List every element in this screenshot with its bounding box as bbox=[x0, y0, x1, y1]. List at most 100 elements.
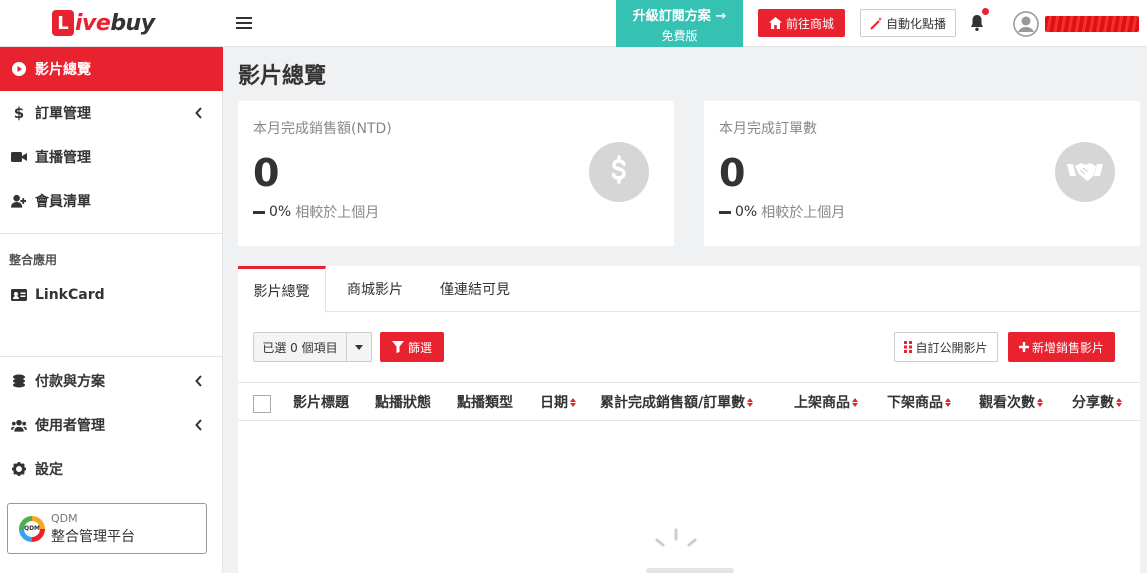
add-sales-video-button[interactable]: 新增銷售影片 bbox=[1008, 332, 1115, 362]
sort-icon bbox=[945, 397, 951, 407]
column-label: 分享數 bbox=[1072, 395, 1114, 411]
sidebar-item-label: 付款與方案 bbox=[35, 374, 105, 390]
dash-icon bbox=[719, 210, 731, 214]
sort-icon bbox=[1116, 397, 1122, 407]
column-delisted-products[interactable]: 下架商品 bbox=[887, 383, 951, 421]
grip-icon bbox=[904, 341, 913, 353]
sort-icon bbox=[570, 397, 576, 407]
sort-icon bbox=[747, 397, 754, 407]
qdm-title: QDM bbox=[51, 511, 78, 525]
column-views[interactable]: 觀看次數 bbox=[979, 383, 1043, 421]
sidebar-item-linkcard[interactable]: LinkCard bbox=[0, 273, 223, 317]
qdm-logo-icon: QDM bbox=[19, 515, 45, 542]
upgrade-plan-label: 升級訂閱方案 bbox=[632, 9, 711, 24]
column-listed-products[interactable]: 上架商品 bbox=[794, 383, 858, 421]
tab-video-overview[interactable]: 影片總覽 bbox=[238, 266, 326, 313]
stat-compare: 0% 相較於上個月 bbox=[253, 202, 379, 222]
stat-label: 本月完成訂單數 bbox=[719, 121, 817, 137]
logo-text-buy: buy bbox=[110, 10, 155, 36]
column-video-title[interactable]: 影片標題 bbox=[293, 383, 349, 421]
sidebar-item-label: 直播管理 bbox=[35, 150, 91, 166]
bell-icon[interactable] bbox=[968, 14, 986, 32]
loading-bar bbox=[646, 568, 734, 573]
select-all-checkbox[interactable] bbox=[253, 395, 271, 413]
stat-compare-label: 相較於上個月 bbox=[295, 205, 380, 221]
tab-link-only[interactable]: 僅連結可見 bbox=[430, 266, 520, 312]
stat-label: 本月完成銷售額(NTD) bbox=[253, 121, 392, 137]
column-broadcast-status[interactable]: 點播狀態 bbox=[375, 383, 431, 421]
upgrade-plan-button[interactable]: 升級訂閱方案 → 免費版 bbox=[616, 0, 743, 47]
chevron-left-icon bbox=[195, 419, 202, 431]
sidebar-item-orders[interactable]: $ 訂單管理 bbox=[0, 91, 223, 135]
chevron-left-icon bbox=[195, 375, 202, 387]
chevron-left-icon bbox=[195, 107, 202, 119]
avatar[interactable] bbox=[1013, 11, 1039, 37]
stat-compare: 0% 相較於上個月 bbox=[719, 202, 845, 222]
user-avatar-icon bbox=[1013, 11, 1039, 37]
auto-broadcast-label: 自動化點播 bbox=[885, 16, 946, 31]
loading-spinner-icon bbox=[655, 528, 697, 547]
page-title: 影片總覽 bbox=[238, 64, 327, 89]
add-sales-video-label: 新增銷售影片 bbox=[1031, 340, 1104, 355]
play-circle-icon bbox=[11, 61, 27, 77]
magic-wand-icon bbox=[870, 16, 882, 30]
dash-icon bbox=[253, 210, 265, 214]
sidebar-item-settings[interactable]: 設定 bbox=[0, 447, 223, 491]
tab-shop-videos[interactable]: 商城影片 bbox=[335, 266, 415, 312]
integration-section-label: 整合應用 bbox=[9, 253, 58, 267]
dropdown-caret[interactable] bbox=[347, 333, 371, 361]
monthly-orders-card: 本月完成訂單數 0 0% 相較於上個月 bbox=[704, 101, 1140, 246]
column-label: 日期 bbox=[540, 395, 568, 411]
logo-l-mark: L bbox=[52, 10, 74, 36]
column-shares[interactable]: 分享數 bbox=[1072, 383, 1122, 421]
sidebar-item-payment[interactable]: 付款與方案 bbox=[0, 359, 223, 403]
qdm-platform-card[interactable]: QDM QDM 整合管理平台 bbox=[7, 503, 207, 554]
redacted-username[interactable] bbox=[1045, 16, 1139, 32]
auto-broadcast-button[interactable]: 自動化點播 bbox=[860, 9, 956, 37]
livebuy-logo[interactable]: L ivebuy bbox=[52, 9, 155, 37]
sidebar-divider bbox=[0, 356, 223, 357]
sidebar-item-label: LinkCard bbox=[35, 287, 105, 303]
column-date[interactable]: 日期 bbox=[540, 383, 576, 421]
column-label: 累計完成銷售額/訂單數 bbox=[600, 395, 746, 411]
notification-dot bbox=[982, 8, 989, 15]
dollar-icon: $ bbox=[13, 104, 25, 122]
column-label: 上架商品 bbox=[794, 395, 850, 411]
users-icon bbox=[11, 417, 27, 433]
video-panel: 影片總覽 商城影片 僅連結可見 已選 0 個項目 篩選 自訂公開影片 新增銷售影… bbox=[238, 266, 1140, 573]
selected-count-label: 已選 0 個項目 bbox=[254, 333, 347, 361]
sidebar-item-live[interactable]: 直播管理 bbox=[0, 135, 223, 179]
current-plan-label: 免費版 bbox=[661, 29, 698, 43]
stat-value: 0 bbox=[253, 151, 280, 195]
sidebar-item-user-management[interactable]: 使用者管理 bbox=[0, 403, 223, 447]
handshake-circle-icon bbox=[1055, 142, 1115, 202]
stat-value: 0 bbox=[719, 151, 746, 195]
custom-public-video-button[interactable]: 自訂公開影片 bbox=[894, 332, 998, 362]
column-label: 下架商品 bbox=[887, 395, 943, 411]
coins-icon bbox=[11, 373, 27, 389]
sidebar-item-members[interactable]: 會員清單 bbox=[0, 179, 223, 223]
sidebar-item-label: 設定 bbox=[35, 462, 63, 478]
sidebar-item-label: 使用者管理 bbox=[35, 418, 105, 434]
home-icon bbox=[768, 17, 782, 29]
bulk-select-dropdown[interactable]: 已選 0 個項目 bbox=[253, 332, 372, 362]
plus-icon bbox=[1018, 342, 1029, 352]
caret-down-icon bbox=[355, 344, 363, 350]
filter-button[interactable]: 篩選 bbox=[380, 332, 444, 362]
column-label: 觀看次數 bbox=[979, 395, 1035, 411]
filter-label: 篩選 bbox=[407, 340, 432, 355]
sidebar: 影片總覽 $ 訂單管理 直播管理 會員清單 整合應用 LinkCard 付款與方… bbox=[0, 47, 223, 573]
sidebar-item-video-overview[interactable]: 影片總覽 bbox=[0, 47, 223, 91]
sidebar-item-label: 會員清單 bbox=[35, 194, 91, 210]
sort-icon bbox=[852, 397, 858, 407]
sidebar-item-label: 訂單管理 bbox=[35, 106, 91, 122]
column-cumulative-sales[interactable]: 累計完成銷售額/訂單數 bbox=[600, 383, 754, 421]
hamburger-menu-icon[interactable] bbox=[236, 14, 252, 32]
go-to-shop-button[interactable]: 前往商城 bbox=[758, 9, 845, 37]
gear-icon bbox=[11, 461, 27, 477]
top-bar: L ivebuy 升級訂閱方案 → 免費版 前往商城 自動化點播 bbox=[0, 0, 1147, 47]
sidebar-item-label: 影片總覽 bbox=[35, 62, 91, 78]
column-broadcast-type[interactable]: 點播類型 bbox=[457, 383, 513, 421]
go-to-shop-label: 前往商城 bbox=[785, 16, 834, 31]
table-header: 影片標題 點播狀態 點播類型 日期 累計完成銷售額/訂單數 上架商品 下架商品 … bbox=[238, 382, 1140, 421]
